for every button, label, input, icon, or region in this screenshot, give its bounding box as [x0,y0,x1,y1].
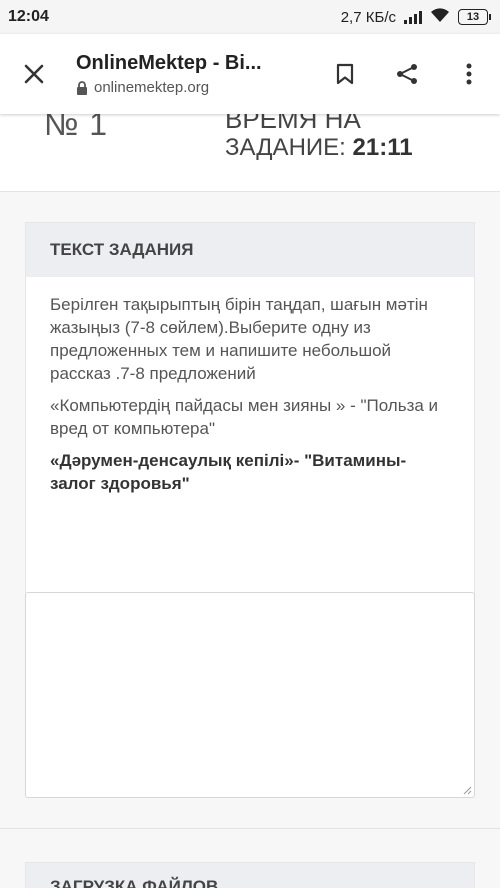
bookmark-icon [336,63,354,85]
page-title-area[interactable]: OnlineMektep - Bi... onlinemektep.org [64,52,314,96]
wifi-icon [430,7,450,27]
share-icon [397,64,417,84]
task-topic-1: «Компьютердің пайдасы мен зияны » - "Пол… [50,396,439,438]
page-url: onlinemektep.org [94,79,210,96]
battery-level: 13 [466,11,480,23]
divider [0,828,500,829]
status-time: 12:04 [8,8,49,25]
task-paragraph: Берілген тақырыптың бірін таңдап, шағын … [50,295,428,383]
more-menu-button[interactable] [438,44,500,104]
task-topic-2: «Дәрумен-денсаулық кепілі»- "Витамины-за… [50,451,407,493]
status-right: 2,7 КБ/с 13 [340,7,491,27]
resize-handle-icon[interactable] [463,786,472,795]
time-label: ЗАДАНИЕ: [225,134,346,161]
page-content: № 1 ВРЕМЯ НА ЗАДАНИЕ: 21:11 ТЕКСТ ЗАДАНИ… [0,114,500,888]
share-button[interactable] [376,44,438,104]
close-button[interactable] [4,44,64,104]
upload-header: ЗАГРУЗКА ФАЙЛОВ [50,877,219,888]
time-remaining: 21:11 [352,134,413,161]
battery-icon: 13 [458,9,491,25]
time-label-line1: ВРЕМЯ НА [225,114,361,134]
signal-icon [404,10,422,24]
task-text-card: ТЕКСТ ЗАДАНИЯ Берілген тақырыптың бірін … [25,222,475,630]
answer-textarea[interactable] [25,592,475,798]
task-info-panel: № 1 ВРЕМЯ НА ЗАДАНИЕ: 21:11 [0,114,500,192]
file-upload-card: ЗАГРУЗКА ФАЙЛОВ [25,862,475,888]
time-label-line2: ЗАДАНИЕ: 21:11 [225,134,413,162]
url-row: onlinemektep.org [76,79,314,96]
browser-toolbar: OnlineMektep - Bi... onlinemektep.org [0,34,500,114]
card-body: Берілген тақырыптың бірін таңдап, шағын … [26,277,474,495]
bookmark-button[interactable] [314,44,376,104]
close-icon [24,64,44,84]
card-header: ТЕКСТ ЗАДАНИЯ [26,223,474,277]
lock-icon [77,80,87,95]
status-bar: 12:04 2,7 КБ/с 13 [0,0,500,34]
network-speed: 2,7 КБ/с [340,8,396,26]
task-number: № 1 [44,114,109,142]
more-vert-icon [466,63,472,85]
page-title: OnlineMektep - Bi... [76,52,262,74]
